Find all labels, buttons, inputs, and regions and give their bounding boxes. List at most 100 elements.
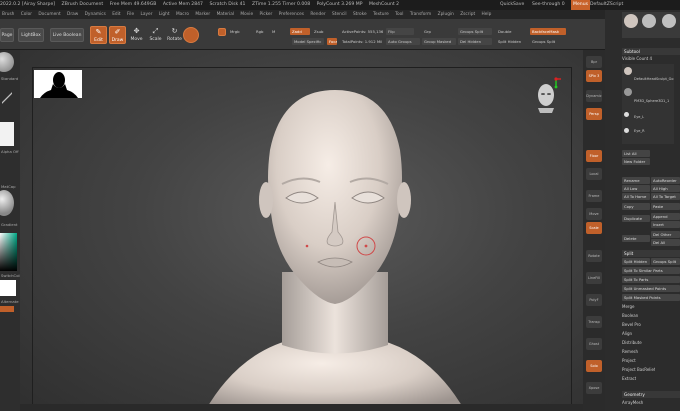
all-to-target-button[interactable]: All To Target [651, 193, 680, 200]
polyf-button[interactable]: PolyF [586, 294, 602, 306]
autoreorder-button[interactable]: AutoReorder [651, 177, 680, 184]
rgb-label[interactable]: Rgb [254, 28, 268, 35]
all-high-button[interactable]: All High [651, 185, 680, 192]
split-masked-button[interactable]: Split Masked Points [622, 294, 680, 301]
menu-movie[interactable]: Movie [240, 12, 253, 17]
mrgb-label[interactable]: Mrgb [228, 28, 252, 35]
draw-button[interactable]: ✐ Draw [109, 26, 126, 44]
new-folder-button[interactable]: New Folder [622, 158, 650, 165]
tool-sphere-icon[interactable] [642, 14, 656, 28]
menu-help[interactable]: Help [482, 12, 492, 17]
frame-button[interactable]: Frame [586, 190, 602, 202]
menu-layer[interactable]: Layer [140, 12, 152, 17]
bpr-button[interactable]: Bpr [586, 56, 602, 68]
distribute-section[interactable]: Distribute [622, 340, 642, 346]
zsub-button[interactable]: Zsub [312, 28, 332, 35]
double-button[interactable]: Double [496, 28, 526, 35]
menu-brush[interactable]: Brush [2, 12, 14, 17]
menus-button[interactable]: Menus [571, 0, 591, 10]
subtool-header[interactable]: Subtool [622, 48, 680, 55]
quicksave-button[interactable]: QuickSave [500, 0, 524, 10]
visible-count-slider[interactable]: Visible Count 4 [622, 56, 652, 62]
scale-view-button[interactable]: Scale [586, 222, 602, 234]
alpha-preview-icon[interactable] [0, 122, 14, 146]
main-color-swatch-icon[interactable] [0, 280, 16, 296]
extract-section[interactable]: Extract [622, 376, 636, 382]
groups-split-button-2[interactable]: Groups Split [530, 38, 578, 45]
rename-button[interactable]: Rename [622, 177, 650, 184]
material-sphere-icon[interactable] [183, 27, 199, 43]
ghost-button[interactable]: Ghost [586, 338, 602, 350]
geometry-header[interactable]: Geometry [622, 391, 680, 398]
menu-document[interactable]: Document [38, 12, 60, 17]
local-button[interactable]: Local [586, 168, 602, 180]
page-button[interactable]: Page [0, 28, 14, 42]
flip-button[interactable]: Flip [386, 28, 414, 35]
rotate-button[interactable]: ↻ Rotate [166, 26, 183, 44]
brush-preview-icon[interactable] [0, 52, 14, 72]
dynamic-button[interactable]: Dynamic [586, 90, 602, 102]
menu-dynamics[interactable]: Dynamics [85, 12, 106, 17]
sculpt-model[interactable] [20, 50, 583, 411]
auto-groups-button[interactable]: Auto Groups [386, 38, 420, 45]
menu-render[interactable]: Render [310, 12, 325, 17]
color-picker-icon[interactable] [0, 233, 17, 271]
transp-button[interactable]: Transp [586, 316, 602, 328]
menu-color[interactable]: Color [21, 12, 32, 17]
xpose-button[interactable]: Xpose [586, 382, 602, 394]
group-masked-button[interactable]: Group Masked [422, 38, 456, 45]
tool-head-icon-2[interactable] [662, 14, 676, 28]
default-zscript-button[interactable]: DefaultZScript [590, 0, 623, 10]
menu-light[interactable]: Light [159, 12, 170, 17]
paste-button[interactable]: Paste [651, 203, 680, 210]
all-to-home-button[interactable]: All To Home [622, 193, 650, 200]
boolean-section[interactable]: Boolean [622, 313, 638, 319]
menu-edit[interactable]: Edit [112, 12, 120, 17]
floor-button[interactable]: Floor [586, 150, 602, 162]
solo-button[interactable]: Solo [586, 360, 602, 372]
menu-file[interactable]: File [127, 12, 134, 17]
menu-tool[interactable]: Tool [395, 12, 403, 17]
split-hidden-button[interactable]: Split Hidden [496, 38, 526, 45]
m-label[interactable]: M [270, 28, 280, 35]
subtool-item[interactable]: Eye_L [634, 114, 674, 120]
merge-section[interactable]: Merge [622, 304, 635, 310]
persp-button[interactable]: Persp [586, 108, 602, 120]
delete-button[interactable]: Delete [622, 235, 650, 242]
live-boolean-button[interactable]: Live Boolean [50, 28, 84, 42]
gradient-icon[interactable] [204, 28, 214, 40]
del-other-button[interactable]: Del Other [651, 231, 680, 238]
focal-shift-slider[interactable]: Focal Shift 0 [327, 38, 337, 45]
stroke-preview-icon[interactable] [2, 88, 12, 108]
tool-head-icon[interactable] [624, 14, 638, 28]
move-view-button[interactable]: Move [586, 208, 602, 220]
all-low-button[interactable]: All Low [622, 185, 650, 192]
scale-button[interactable]: ⤢ Scale [147, 26, 164, 44]
duplicate-button[interactable]: Duplicate [622, 215, 650, 222]
zadd-button[interactable]: Zadd [290, 28, 310, 35]
append-button[interactable]: Append [651, 213, 680, 220]
menu-zscript[interactable]: Zscript [460, 12, 475, 17]
menu-preferences[interactable]: Preferences [279, 12, 304, 17]
menu-texture[interactable]: Texture [373, 12, 389, 17]
del-all-button[interactable]: Del All [651, 239, 680, 246]
split-similar-button[interactable]: Split To Similar Parts [622, 267, 680, 274]
see-through-slider[interactable]: See-through 0 [532, 0, 565, 10]
project-basrelief-section[interactable]: Project BasRelief [622, 367, 655, 373]
insert-button[interactable]: Insert [651, 221, 680, 228]
model-specific-button[interactable]: Model Specific [292, 38, 324, 45]
menu-transform[interactable]: Transform [410, 12, 431, 17]
split-unmasked-button[interactable]: Split Unmasked Points [622, 285, 680, 292]
subtool-item[interactable]: Eye_R [634, 128, 674, 134]
menu-macro[interactable]: Macro [176, 12, 189, 17]
menu-material[interactable]: Material [217, 12, 234, 17]
secondary-color-swatch-icon[interactable] [0, 306, 14, 312]
spix-button[interactable]: SPix 3 [586, 70, 602, 82]
arraymesh-section[interactable]: ArrayMesh [622, 400, 643, 406]
groups-split-button[interactable]: Groups Split [651, 258, 680, 265]
backface-mask-button[interactable]: BackfaceMask [530, 28, 566, 35]
list-all-button[interactable]: List All [622, 150, 650, 157]
align-section[interactable]: Align [622, 331, 632, 337]
menu-marker[interactable]: Marker [195, 12, 210, 17]
material-preview-icon[interactable] [0, 190, 14, 216]
